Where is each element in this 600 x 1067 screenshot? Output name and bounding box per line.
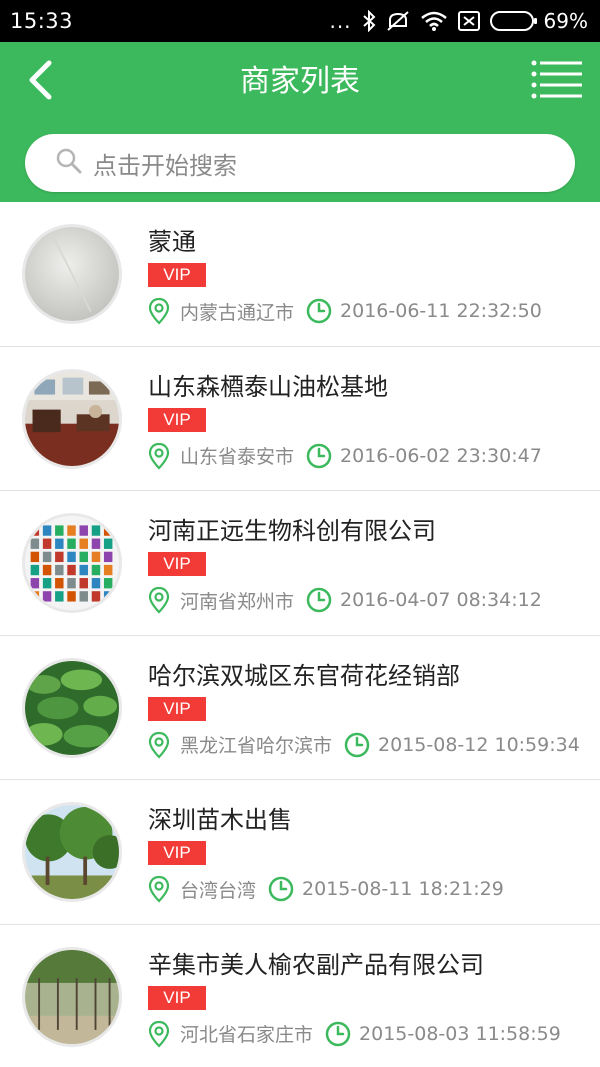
merchant-name: 河南正远生物科创有限公司 bbox=[148, 517, 436, 545]
clock-icon bbox=[306, 298, 332, 324]
merchant-avatar bbox=[22, 368, 122, 469]
merchant-avatar bbox=[22, 513, 122, 613]
merchant-row[interactable]: 深圳苗木出售 VIP 台湾台湾 2015-08-11 18:21:29 bbox=[0, 780, 600, 925]
merchant-timestamp: 2016-06-02 23:30:47 bbox=[340, 444, 542, 467]
merchant-name: 山东森槱泰山油松基地 bbox=[148, 372, 388, 401]
location-pin-icon bbox=[148, 731, 170, 759]
menu-button[interactable] bbox=[528, 56, 586, 108]
location-pin-icon bbox=[148, 875, 170, 903]
battery-percent: 69% bbox=[543, 9, 588, 33]
merchant-meta: 山东省泰安市 2016-06-02 23:30:47 bbox=[148, 440, 542, 472]
merchant-meta: 黑龙江省哈尔滨市 2015-08-12 10:59:34 bbox=[148, 729, 580, 761]
search-placeholder: 点击开始搜索 bbox=[93, 151, 237, 180]
search-icon bbox=[55, 147, 83, 179]
merchant-timestamp: 2015-08-11 18:21:29 bbox=[302, 878, 504, 900]
merchant-meta: 河南省郑州市 2016-04-07 08:34:12 bbox=[148, 584, 542, 616]
merchant-avatar bbox=[22, 802, 122, 902]
merchant-row[interactable]: 山东森槱泰山油松基地 VIP 山东省泰安市 2016-06-02 23:30:4… bbox=[0, 346, 600, 491]
merchant-avatar bbox=[22, 657, 122, 758]
merchant-timestamp: 2015-08-12 10:59:34 bbox=[378, 733, 580, 756]
status-icons: ... 69% bbox=[329, 9, 588, 33]
merchant-name: 辛集市美人榆农副产品有限公司 bbox=[148, 950, 484, 979]
list-menu-icon bbox=[530, 59, 584, 105]
merchant-location: 黑龙江省哈尔滨市 bbox=[180, 735, 333, 757]
clock-icon bbox=[306, 587, 332, 613]
merchant-location: 河南省郑州市 bbox=[180, 590, 295, 613]
location-pin-icon bbox=[148, 297, 170, 325]
mute-icon bbox=[386, 10, 410, 32]
location-pin-icon bbox=[148, 442, 170, 470]
merchant-location: 河北省石家庄市 bbox=[180, 1024, 314, 1046]
merchant-meta: 河北省石家庄市 2015-08-03 11:58:59 bbox=[148, 1018, 561, 1050]
merchant-row[interactable]: 哈尔滨双城区东官荷花经销部 VIP 黑龙江省哈尔滨市 2015-08-12 10… bbox=[0, 635, 600, 780]
no-sim-icon bbox=[457, 11, 480, 31]
location-pin-icon bbox=[148, 586, 170, 614]
bluetooth-icon bbox=[362, 10, 376, 32]
merchant-location: 山东省泰安市 bbox=[180, 446, 295, 468]
merchant-location: 内蒙古通辽市 bbox=[180, 301, 295, 324]
merchant-row[interactable]: 河南正远生物科创有限公司 VIP 河南省郑州市 2016-04-07 08:34… bbox=[0, 491, 600, 636]
merchant-row[interactable]: 辛集市美人榆农副产品有限公司 VIP 河北省石家庄市 2015-08-03 11… bbox=[0, 924, 600, 1067]
vip-badge: VIP bbox=[148, 841, 206, 865]
merchant-name: 深圳苗木出售 bbox=[148, 806, 292, 834]
clock-icon bbox=[344, 732, 370, 758]
merchant-avatar bbox=[22, 946, 122, 1047]
clock-icon bbox=[268, 876, 294, 902]
merchant-meta: 内蒙古通辽市 2016-06-11 22:32:50 bbox=[148, 295, 542, 327]
location-pin-icon bbox=[148, 1020, 170, 1048]
merchant-timestamp: 2016-04-07 08:34:12 bbox=[340, 589, 542, 611]
merchant-timestamp: 2015-08-03 11:58:59 bbox=[359, 1022, 561, 1045]
wifi-icon bbox=[420, 10, 448, 32]
page-title: 商家列表 bbox=[240, 64, 360, 99]
vip-badge: VIP bbox=[148, 552, 206, 576]
clock-icon bbox=[325, 1021, 351, 1047]
merchant-name: 蒙通 bbox=[148, 228, 196, 256]
merchant-row[interactable]: 蒙通 VIP 内蒙古通辽市 2016-06-11 22:32:50 bbox=[0, 202, 600, 347]
battery-icon bbox=[489, 11, 537, 31]
merchant-timestamp: 2016-06-11 22:32:50 bbox=[340, 300, 542, 322]
merchant-avatar bbox=[22, 224, 122, 324]
clock-icon bbox=[306, 443, 332, 469]
vip-badge: VIP bbox=[148, 263, 206, 287]
vip-badge: VIP bbox=[148, 407, 206, 432]
more-dots: ... bbox=[329, 9, 352, 33]
merchant-name: 哈尔滨双城区东官荷花经销部 bbox=[148, 661, 460, 690]
status-bar: 15:33 ... 69% bbox=[0, 0, 600, 42]
merchant-location: 台湾台湾 bbox=[180, 879, 257, 902]
app-header: 商家列表 点击开始搜索 bbox=[0, 42, 600, 202]
merchant-meta: 台湾台湾 2015-08-11 18:21:29 bbox=[148, 873, 504, 905]
vip-badge: VIP bbox=[148, 985, 206, 1010]
vip-badge: VIP bbox=[148, 696, 206, 721]
status-time: 15:33 bbox=[10, 9, 74, 33]
search-bar[interactable]: 点击开始搜索 bbox=[25, 134, 575, 192]
merchant-list: 蒙通 VIP 内蒙古通辽市 2016-06-11 22:32:50 山东森槱泰山… bbox=[0, 202, 600, 1067]
